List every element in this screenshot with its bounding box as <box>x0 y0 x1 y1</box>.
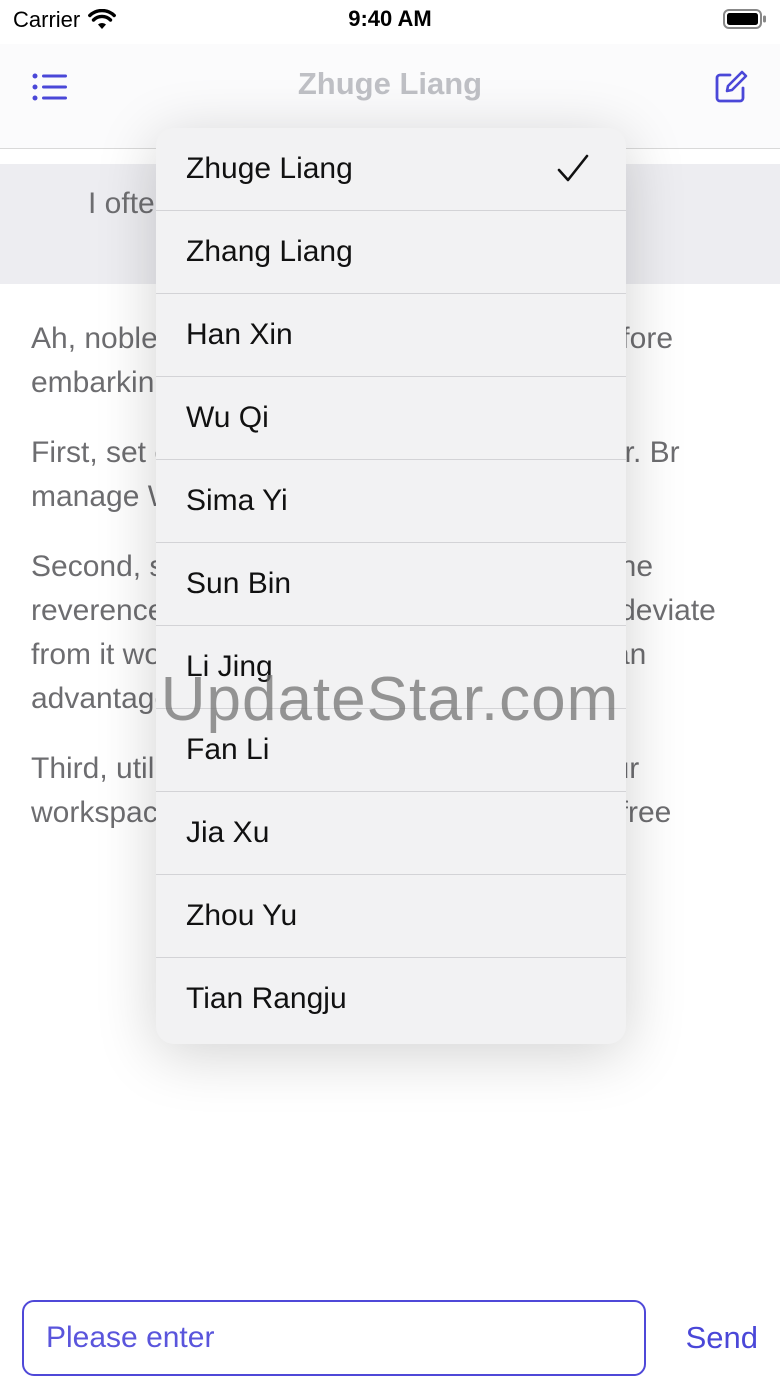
compose-icon[interactable] <box>714 70 748 104</box>
watermark: UpdateStar.com <box>160 665 620 734</box>
dropdown-item-label: Zhang Liang <box>186 235 353 268</box>
dropdown-item-sima-yi[interactable]: Sima Yi <box>156 460 626 543</box>
status-time: 9:40 AM <box>348 6 432 31</box>
dropdown-item-label: Zhuge Liang <box>186 152 353 185</box>
dropdown-item-jia-xu[interactable]: Jia Xu <box>156 792 626 875</box>
dropdown-item-label: Zhou Yu <box>186 899 298 932</box>
dropdown-item-label: Jia Xu <box>186 816 270 849</box>
dropdown-item-wu-qi[interactable]: Wu Qi <box>156 377 626 460</box>
message-input-bar: Send <box>0 1290 780 1387</box>
dropdown-item-label: Han Xin <box>186 318 293 351</box>
dropdown-item-label: Sima Yi <box>186 484 288 517</box>
message-input[interactable] <box>22 1300 646 1376</box>
character-dropdown: Zhuge Liang Zhang Liang Han Xin Wu Qi Si… <box>156 128 626 1044</box>
dropdown-item-label: Fan Li <box>186 733 270 766</box>
dropdown-item-label: Wu Qi <box>186 401 269 434</box>
dropdown-item-label: Tian Rangju <box>186 982 347 1015</box>
dropdown-item-zhuge-liang[interactable]: Zhuge Liang <box>156 128 626 211</box>
page-title[interactable]: Zhuge Liang <box>0 66 780 102</box>
dropdown-item-sun-bin[interactable]: Sun Bin <box>156 543 626 626</box>
status-bar: Carrier 9:40 AM <box>0 0 780 40</box>
dropdown-item-zhang-liang[interactable]: Zhang Liang <box>156 211 626 294</box>
dropdown-item-label: Sun Bin <box>186 567 292 600</box>
dropdown-item-tian-rangju[interactable]: Tian Rangju <box>156 958 626 1040</box>
send-button[interactable]: Send <box>686 1320 758 1356</box>
dropdown-item-zhou-yu[interactable]: Zhou Yu <box>156 875 626 958</box>
battery-icon <box>723 9 766 29</box>
checkmark-icon <box>557 154 589 182</box>
dropdown-item-han-xin[interactable]: Han Xin <box>156 294 626 377</box>
